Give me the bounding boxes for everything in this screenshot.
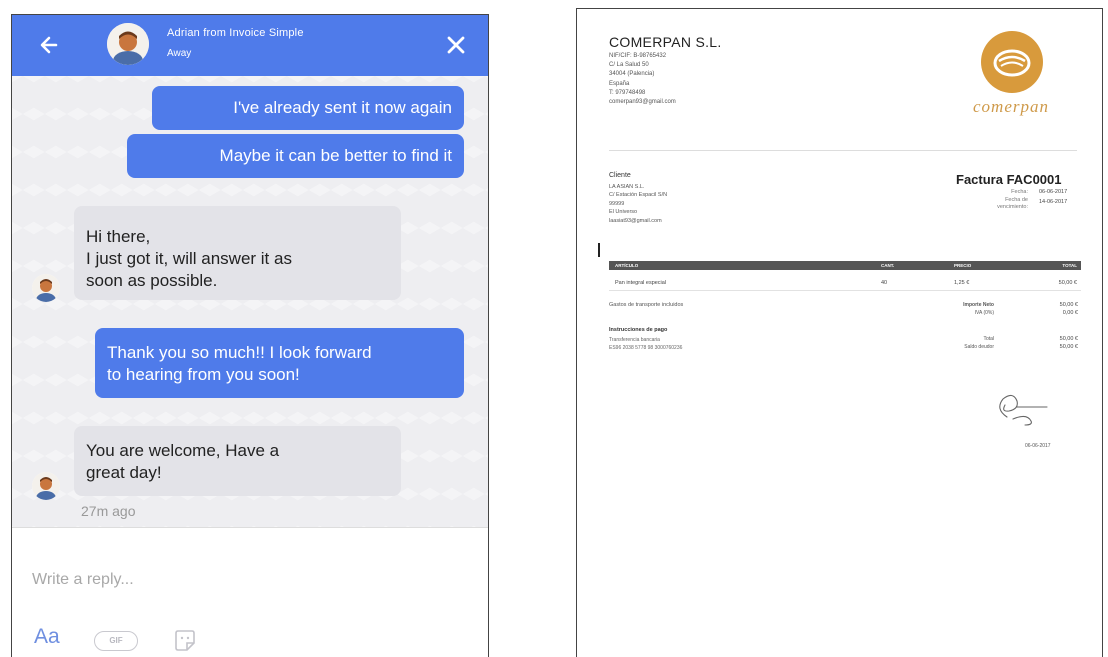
- client-title: Cliente: [609, 172, 631, 179]
- cell-total: 50,00 €: [1058, 280, 1077, 286]
- total-value: 50,00 €: [1059, 336, 1078, 342]
- col-header-total: TOTAL: [1062, 263, 1077, 268]
- message-line: You are welcome, Have a: [86, 441, 280, 460]
- agent-status: Away: [167, 48, 192, 59]
- vat-value: 0,00 €: [1062, 310, 1078, 316]
- message-text: I've already sent it now again: [233, 98, 452, 117]
- company-details: NIF/CIF: B-98765432 C/ La Salud 50 34004…: [609, 52, 676, 107]
- message-list[interactable]: I've already sent it now again Maybe it …: [12, 76, 488, 527]
- col-header-item: ARTÍCULO: [615, 263, 639, 268]
- company-logo: comerpan: [973, 31, 1083, 141]
- message-line: soon as possible.: [86, 271, 218, 290]
- client-line: 99999: [609, 200, 625, 207]
- balance-due-value: 50,00 €: [1059, 344, 1078, 350]
- agent-avatar: [107, 23, 149, 65]
- composer: Aa GIF: [12, 527, 488, 657]
- text-cursor: [598, 243, 600, 257]
- payment-line: Transferencia bancaria: [609, 337, 660, 343]
- company-line: T: 979748498: [609, 89, 646, 96]
- net-amount-value: 50,00 €: [1059, 302, 1078, 308]
- due-label-line: vencimiento:: [997, 204, 1028, 210]
- text-format-button[interactable]: Aa: [34, 625, 60, 649]
- chat-window: Adrian from Invoice Simple Away I've alr…: [11, 14, 489, 657]
- logo-emblem: [981, 31, 1043, 93]
- vat-label: IVA (0%): [974, 310, 994, 316]
- invoice-document: COMERPAN S.L. NIF/CIF: B-98765432 C/ La …: [576, 8, 1103, 657]
- cell-qty: 40: [881, 280, 888, 286]
- items-table-header: ARTÍCULO CANT. PRECIO TOTAL: [609, 261, 1081, 270]
- company-line: C/ La Salud 50: [609, 62, 649, 69]
- sticker-icon: [175, 630, 195, 651]
- message-line: great day!: [86, 463, 162, 482]
- payment-title: Instrucciones de pago: [609, 327, 668, 333]
- message-bubble-outgoing: Thank you so much!! I look forward to he…: [95, 328, 464, 398]
- signature-date: 06-06-2017: [1025, 443, 1051, 449]
- agent-avatar-small: [32, 274, 60, 302]
- invoice-due-value: 14-06-2017: [1039, 199, 1068, 205]
- company-line: comerpan93@gmail.com: [609, 99, 676, 106]
- company-line: España: [609, 80, 630, 87]
- reply-input[interactable]: [32, 566, 452, 594]
- gif-button[interactable]: GIF: [94, 631, 138, 651]
- company-line: 34004 (Palencia): [609, 71, 655, 78]
- message-bubble-incoming: Hi there, I just got it, will answer it …: [74, 206, 401, 300]
- message-line: Hi there,: [86, 227, 151, 246]
- balance-due-label: Saldo deudor: [964, 344, 994, 350]
- close-button[interactable]: [444, 33, 468, 57]
- message-bubble-outgoing: Maybe it can be better to find it: [127, 134, 464, 178]
- agent-avatar-small: [32, 472, 60, 500]
- close-icon: [447, 36, 465, 54]
- message-line: Thank you so much!! I look forward: [107, 343, 372, 362]
- company-name: COMERPAN S.L.: [609, 34, 722, 50]
- client-line: El Universo: [609, 209, 638, 216]
- message-timestamp: 27m ago: [81, 503, 136, 519]
- shipping-note: Gastos de transporte incluidos: [609, 302, 684, 308]
- client-details: LA ASIAN S.L. C/ Estación Espacil S/N 99…: [609, 183, 667, 225]
- logo-wordmark: comerpan: [973, 97, 1049, 116]
- chat-header: Adrian from Invoice Simple Away: [12, 15, 488, 76]
- signature: [999, 394, 1048, 426]
- client-line: LA ASIAN S.L.: [609, 184, 645, 190]
- payment-details: Transferencia bancaria ES96 2038 5778 98…: [609, 336, 682, 353]
- back-button[interactable]: [36, 30, 62, 60]
- header-divider: [609, 150, 1077, 151]
- sticker-button[interactable]: [172, 628, 198, 654]
- table-row: Pan integral especial 40 1,25 € 50,00 €: [609, 278, 1081, 291]
- message-text: Maybe it can be better to find it: [219, 146, 452, 165]
- cell-price: 1,25 €: [954, 280, 970, 286]
- message-line: I just got it, will answer it as: [86, 249, 292, 268]
- col-header-price: PRECIO: [954, 263, 972, 268]
- company-line: NIF/CIF: B-98765432: [609, 53, 667, 59]
- due-label-line: Fecha de: [1005, 197, 1028, 203]
- invoice-date-label: Fecha:: [1011, 189, 1028, 195]
- back-arrow-icon: [40, 36, 58, 54]
- total-label: Total: [983, 336, 994, 342]
- cell-item: Pan integral especial: [615, 280, 667, 286]
- invoice-due-label: Fecha de vencimiento:: [948, 197, 1028, 211]
- invoice-date-value: 06-06-2017: [1039, 189, 1068, 195]
- payment-line: ES96 2038 5778 98 3000760236: [609, 345, 683, 352]
- message-bubble-outgoing: I've already sent it now again: [152, 86, 464, 130]
- col-header-qty: CANT.: [881, 263, 895, 268]
- net-amount-label: Importe Neto: [963, 302, 994, 308]
- client-line: C/ Estación Espacil S/N: [609, 192, 668, 199]
- message-bubble-incoming: You are welcome, Have a great day!: [74, 426, 401, 496]
- client-line: laasiat93@gmail.com: [609, 217, 662, 224]
- invoice-title: Factura FAC0001: [956, 172, 1062, 187]
- agent-name: Adrian from Invoice Simple: [167, 27, 304, 39]
- message-line: to hearing from you soon!: [107, 365, 300, 384]
